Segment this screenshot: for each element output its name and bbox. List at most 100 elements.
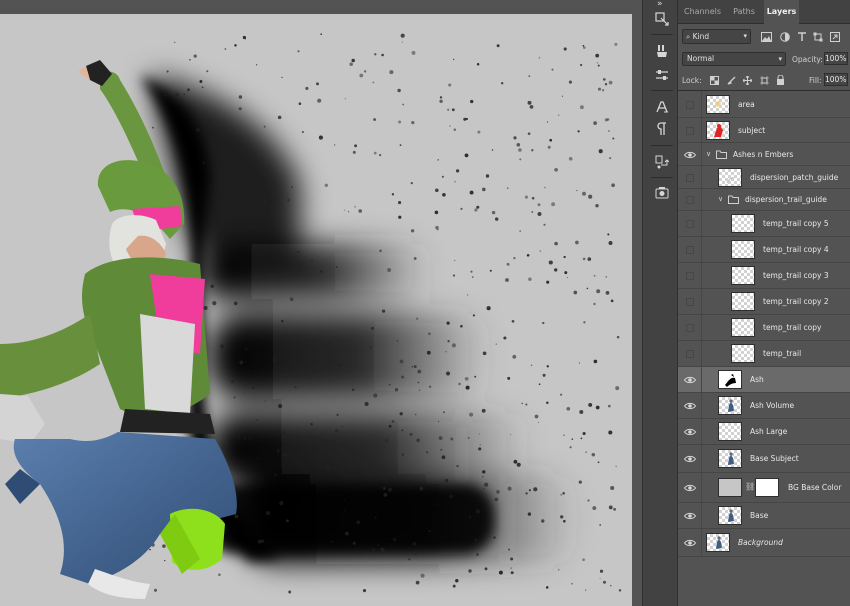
- chevron-down-icon[interactable]: ∨: [706, 150, 714, 158]
- layer-mask-thumbnail[interactable]: [755, 478, 779, 497]
- layer-row-temp-trail-copy-2[interactable]: temp_trail copy 2: [678, 289, 850, 315]
- tool-presets-icon[interactable]: [654, 186, 670, 200]
- lock-position-icon[interactable]: [742, 75, 752, 85]
- layer-row-ash-volume[interactable]: Ash Volume: [678, 393, 850, 419]
- brush-preset-icon[interactable]: [654, 44, 670, 58]
- clone-source-icon[interactable]: [654, 155, 670, 169]
- layer-thumbnail[interactable]: [718, 422, 742, 441]
- layers-panel: Channels Paths Layers ⌕ Kind ▾ Normal ▾ …: [678, 0, 850, 606]
- visibility-column-divider: [701, 445, 702, 472]
- layer-row-base[interactable]: Base: [678, 503, 850, 529]
- layer-row-ash[interactable]: Ash: [678, 367, 850, 393]
- fill-field[interactable]: 100%: [824, 73, 848, 86]
- brush-settings-icon[interactable]: [654, 68, 670, 82]
- layer-thumbnail[interactable]: [731, 292, 755, 311]
- blend-mode-value: Normal: [687, 54, 715, 63]
- layer-row-ash-large[interactable]: Ash Large: [678, 419, 850, 445]
- history-panel-icon[interactable]: [654, 12, 670, 26]
- layer-row-base-subject[interactable]: Base Subject: [678, 445, 850, 473]
- filter-kind-value: Kind: [692, 32, 710, 41]
- eye-icon[interactable]: [684, 149, 696, 161]
- visibility-toggle-off[interactable]: [686, 246, 694, 254]
- layer-row-area[interactable]: area: [678, 91, 850, 118]
- visibility-column-divider: [701, 315, 702, 340]
- visibility-toggle-off[interactable]: [686, 196, 694, 204]
- type-filter-icon[interactable]: [796, 31, 807, 42]
- layer-thumbnail[interactable]: [718, 370, 742, 389]
- eye-icon[interactable]: [684, 537, 696, 549]
- visibility-column-divider: [701, 289, 702, 314]
- layer-row-dispersion-patch-guide[interactable]: dispersion_patch_guide: [678, 166, 850, 189]
- visibility-toggle-off[interactable]: [686, 350, 694, 358]
- collapse-panels-icon[interactable]: »: [657, 0, 663, 9]
- visibility-toggle-off[interactable]: [686, 220, 694, 228]
- layer-filter-select[interactable]: ⌕ Kind ▾: [682, 29, 751, 44]
- layer-thumbnail[interactable]: [706, 533, 730, 552]
- layer-row-temp-trail-copy[interactable]: temp_trail copy: [678, 315, 850, 341]
- character-icon[interactable]: [654, 100, 670, 114]
- lock-artboard-icon[interactable]: [759, 75, 769, 85]
- tab-layers[interactable]: Layers: [764, 0, 799, 25]
- panel-icon-strip: »: [642, 0, 678, 606]
- layer-row-temp-trail-copy-3[interactable]: temp_trail copy 3: [678, 263, 850, 289]
- layer-name: temp_trail copy 4: [763, 245, 829, 254]
- layer-row-temp-trail-copy-4[interactable]: temp_trail copy 4: [678, 237, 850, 263]
- shape-filter-icon[interactable]: [812, 31, 823, 42]
- eye-icon[interactable]: [684, 453, 696, 465]
- layer-row-temp-trail[interactable]: temp_trail: [678, 341, 850, 367]
- layer-row-subject[interactable]: subject: [678, 118, 850, 143]
- layer-thumbnail[interactable]: [718, 506, 742, 525]
- fill-label: Fill:: [809, 76, 822, 85]
- visibility-toggle-off[interactable]: [686, 298, 694, 306]
- layer-thumbnail[interactable]: [706, 94, 730, 114]
- layer-thumbnail[interactable]: [706, 120, 730, 140]
- layer-thumbnail[interactable]: [718, 478, 742, 497]
- link-icon[interactable]: ⛓: [745, 482, 755, 491]
- adjustment-filter-icon[interactable]: [779, 31, 790, 42]
- layer-row-ashes-n-embers[interactable]: ∨ Ashes n Embers: [678, 143, 850, 166]
- layer-row-bg-base-color[interactable]: ⛓ BG Base Color: [678, 473, 850, 503]
- artwork-dancer-dispersion: [0, 33, 622, 599]
- chevron-down-icon[interactable]: ∨: [718, 195, 726, 203]
- visibility-toggle-off[interactable]: [686, 100, 694, 109]
- layer-thumbnail[interactable]: [718, 449, 742, 468]
- layer-thumbnail[interactable]: [731, 318, 755, 337]
- layer-thumbnail[interactable]: [731, 266, 755, 285]
- layer-row-dispersion-trail-guide[interactable]: ∨ dispersion_trail_guide: [678, 189, 850, 211]
- visibility-column-divider: [701, 419, 702, 444]
- layer-name: dispersion_patch_guide: [750, 172, 839, 182]
- tab-channels[interactable]: Channels: [684, 0, 721, 24]
- visibility-column-divider: [701, 393, 702, 418]
- visibility-toggle-off[interactable]: [686, 324, 694, 332]
- layer-row-background[interactable]: Background: [678, 529, 850, 557]
- eye-icon[interactable]: [684, 374, 696, 386]
- lock-paint-icon[interactable]: [726, 75, 736, 85]
- visibility-toggle-off[interactable]: [686, 126, 694, 135]
- image-filter-icon[interactable]: [761, 31, 772, 42]
- layer-thumbnail[interactable]: [718, 167, 742, 187]
- visibility-column-divider: [701, 237, 702, 262]
- visibility-toggle-off[interactable]: [686, 272, 694, 280]
- document-canvas[interactable]: [0, 0, 632, 606]
- panel-tabs: Channels Paths Layers: [678, 0, 850, 25]
- blend-mode-select[interactable]: Normal ▾: [682, 52, 786, 66]
- eye-icon[interactable]: [684, 426, 696, 438]
- lock-all-icon[interactable]: [775, 75, 785, 85]
- layer-thumbnail[interactable]: [718, 396, 742, 415]
- visibility-column-divider: [701, 367, 702, 392]
- layer-thumbnail[interactable]: [731, 240, 755, 259]
- lock-transparent-icon[interactable]: [709, 75, 719, 85]
- eye-icon[interactable]: [684, 482, 696, 494]
- visibility-toggle-off[interactable]: [686, 173, 694, 182]
- smart-object-filter-icon[interactable]: [829, 31, 840, 42]
- tab-paths[interactable]: Paths: [728, 0, 760, 24]
- paragraph-icon[interactable]: [654, 122, 670, 136]
- chevron-down-icon: ▾: [778, 55, 782, 63]
- eye-icon[interactable]: [684, 510, 696, 522]
- opacity-field[interactable]: 100%: [824, 52, 848, 65]
- eye-icon[interactable]: [684, 400, 696, 412]
- layer-thumbnail[interactable]: [731, 214, 755, 233]
- layer-row-temp-trail-copy-5[interactable]: temp_trail copy 5: [678, 211, 850, 237]
- layer-thumbnail[interactable]: [731, 344, 755, 363]
- layer-name: Ash Large: [750, 427, 788, 436]
